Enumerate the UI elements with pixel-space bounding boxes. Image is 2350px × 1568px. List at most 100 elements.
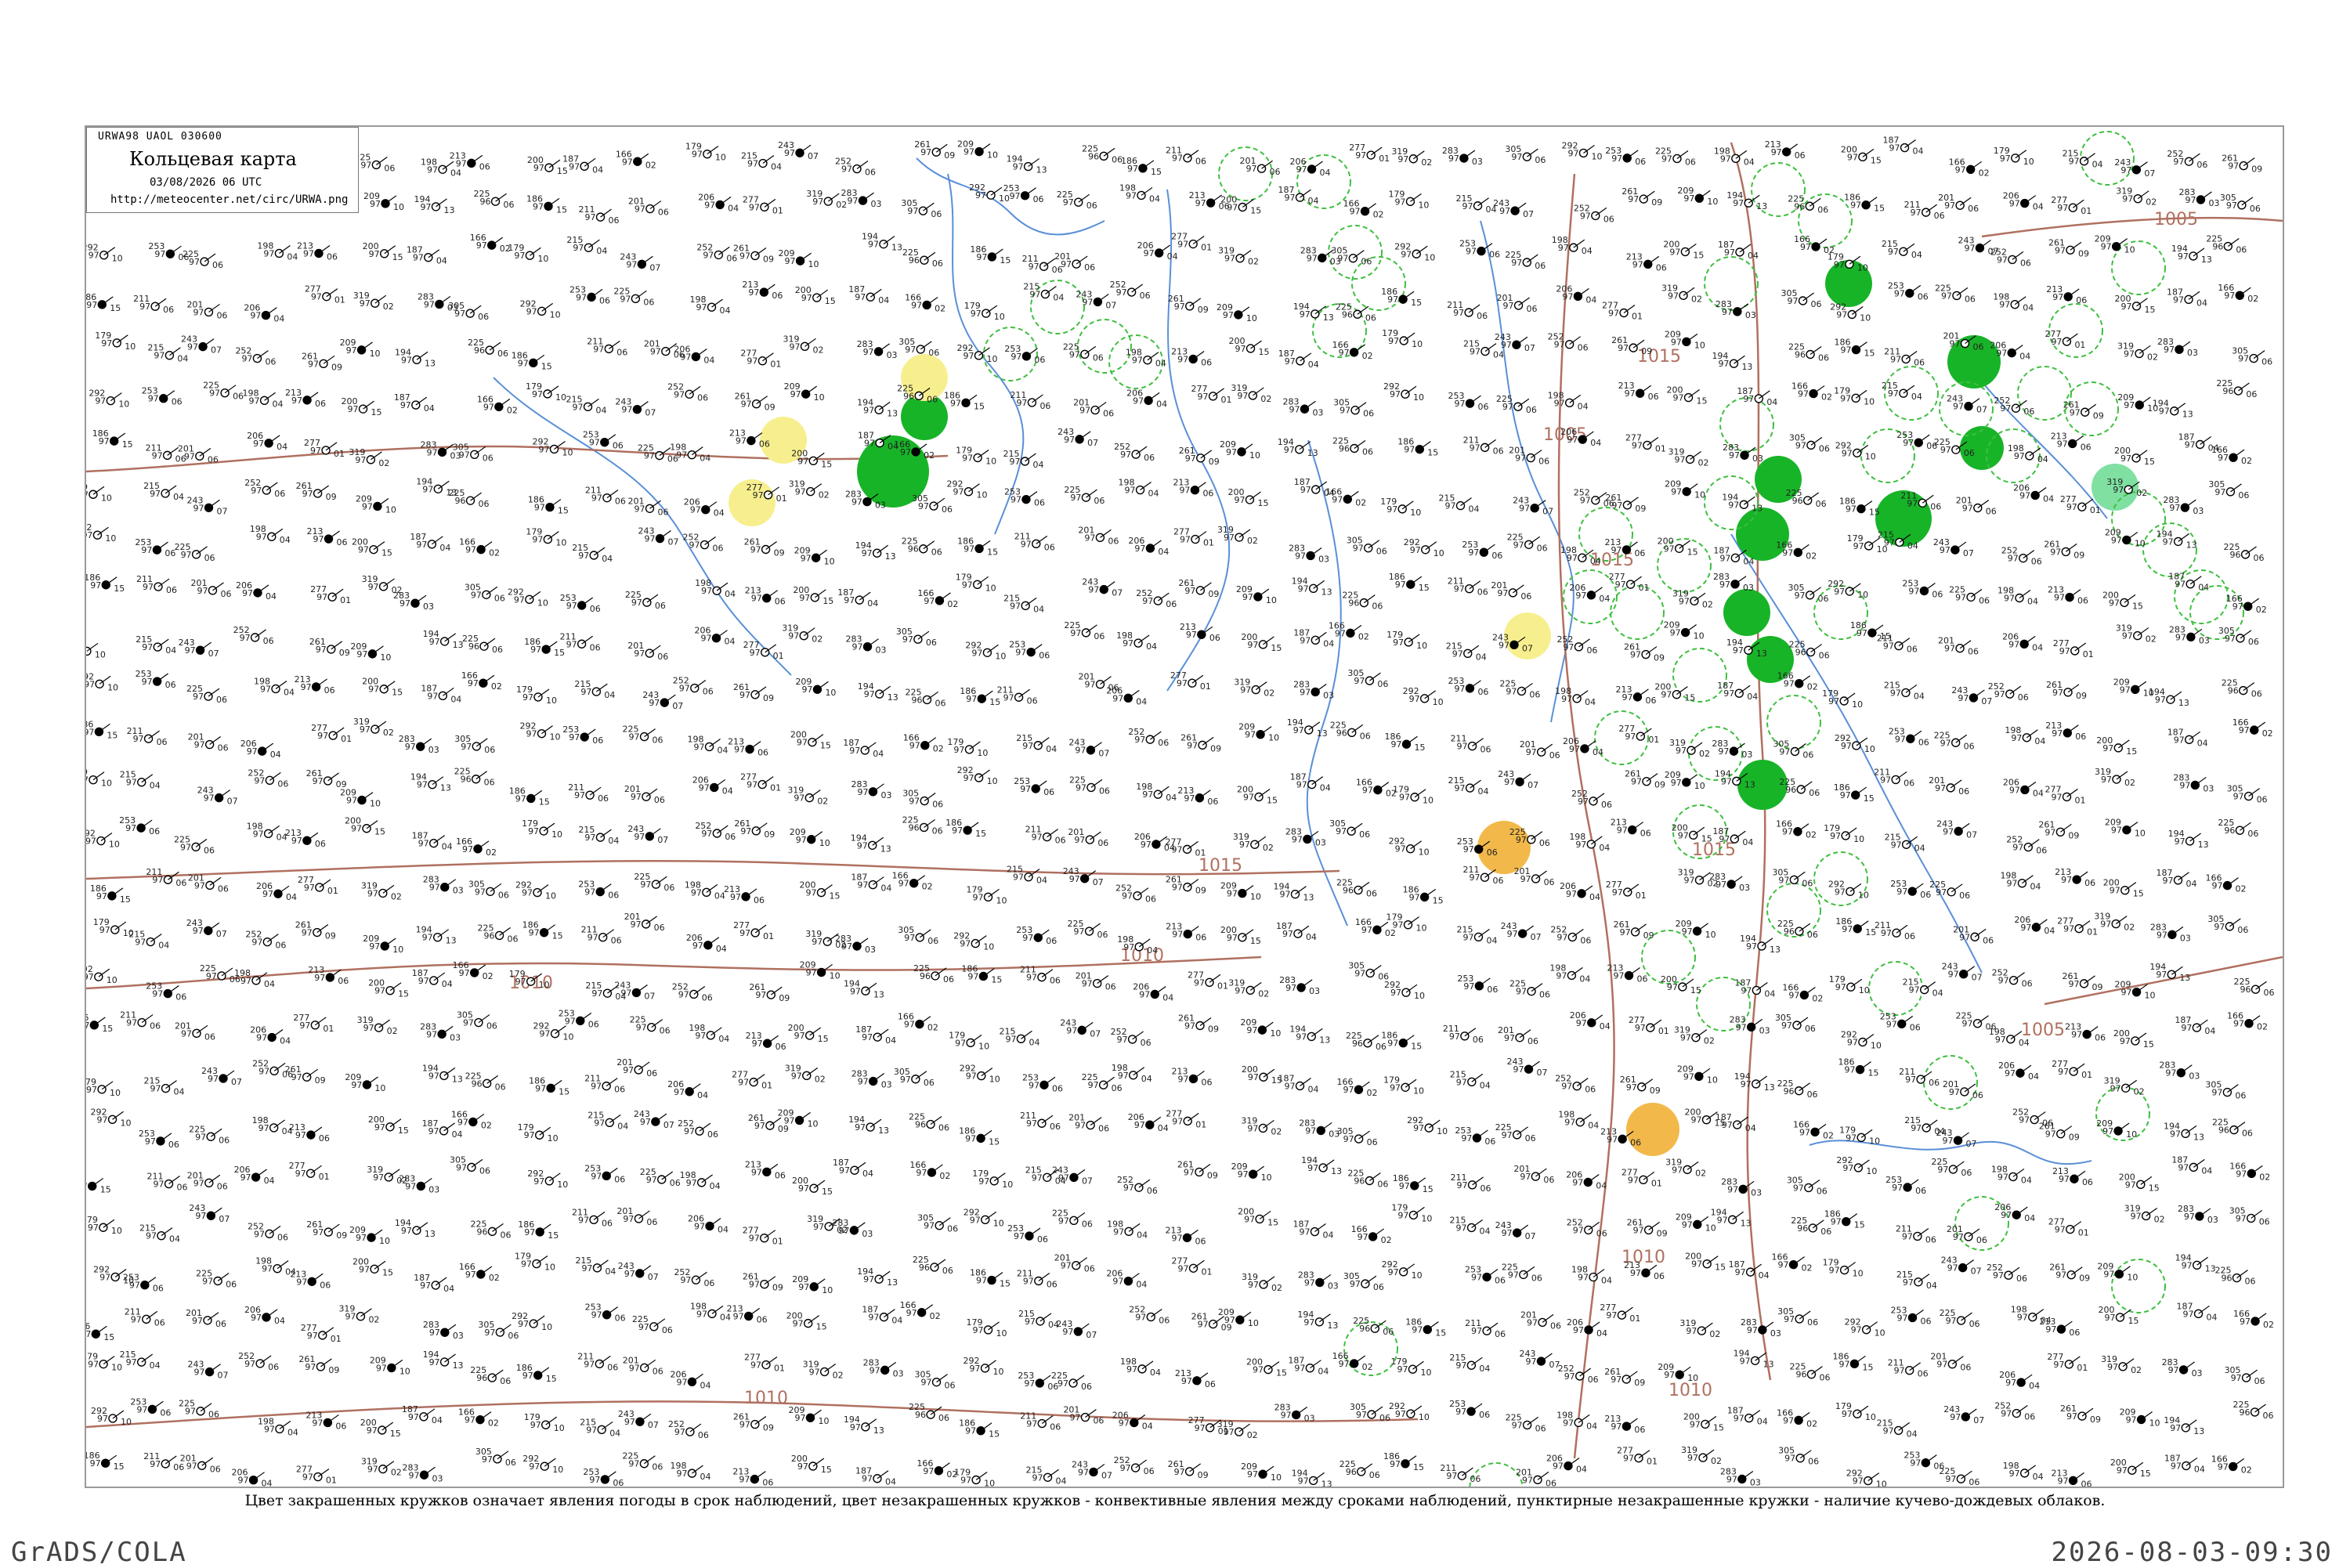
station-plot[interactable]: 1669702 bbox=[451, 1109, 492, 1130]
station-plot[interactable]: 2929710 bbox=[86, 829, 120, 850]
station-plot[interactable]: 2009715 bbox=[799, 880, 840, 901]
station-plot[interactable]: 1869715 bbox=[944, 390, 985, 411]
station-plot[interactable]: 2009715 bbox=[368, 1115, 409, 1136]
station-plot[interactable]: 2779701 bbox=[310, 584, 351, 605]
station-plot[interactable]: 1799710 bbox=[956, 572, 996, 593]
station-plot[interactable]: 2539706 bbox=[135, 537, 175, 558]
station-plot[interactable]: 2259706 bbox=[1509, 979, 1550, 1000]
station-plot[interactable]: 3199702 bbox=[1217, 525, 1258, 546]
station-plot[interactable]: 2779701 bbox=[1170, 670, 1211, 692]
station-plot[interactable]: 2069704 bbox=[2003, 777, 2044, 798]
station-plot[interactable]: 2009715 bbox=[791, 448, 832, 469]
station-plot[interactable]: 1989704 bbox=[234, 968, 275, 989]
station-plot[interactable]: 2139706 bbox=[297, 241, 338, 262]
station-plot[interactable]: 1989704 bbox=[2005, 725, 2045, 746]
station-plot[interactable]: 2159704 bbox=[1456, 924, 1497, 945]
station-plot[interactable]: 3059706 bbox=[902, 789, 943, 810]
station-plot[interactable]: 1799710 bbox=[1386, 912, 1427, 934]
station-plot[interactable]: 2929710 bbox=[1403, 686, 1444, 707]
station-plot[interactable]: 1669702 bbox=[1776, 819, 1817, 840]
station-plot[interactable]: 2009715 bbox=[2114, 446, 2155, 467]
station-plot[interactable]: 3199702 bbox=[1228, 977, 1269, 999]
station-plot[interactable]: 2139706 bbox=[2048, 585, 2088, 606]
station-plot[interactable]: 1989704 bbox=[689, 1023, 729, 1044]
station-plot[interactable]: 2259706 bbox=[183, 249, 223, 270]
station-plot[interactable]: 2439707 bbox=[1076, 289, 1116, 310]
station-plot[interactable]: 2069704 bbox=[2002, 631, 2043, 652]
station-plot[interactable]: 2529706 bbox=[1988, 681, 2029, 703]
station-plot[interactable]: 2259706 bbox=[634, 872, 674, 893]
station-plot[interactable]: 2439707 bbox=[197, 786, 238, 807]
station-plot[interactable]: 2439707 bbox=[1495, 332, 1535, 353]
station-plot[interactable]: 2069704 bbox=[2014, 915, 2055, 936]
station-plot[interactable]: 1669702 bbox=[1777, 671, 1818, 692]
station-plot[interactable]: 2839703 bbox=[393, 591, 434, 612]
station-plot[interactable]: 2529706 bbox=[667, 381, 708, 403]
station-plot[interactable]: 2539706 bbox=[139, 1129, 179, 1150]
station-plot[interactable]: 2619709 bbox=[2222, 154, 2262, 175]
station-plot[interactable]: 2619709 bbox=[309, 637, 350, 658]
station-plot[interactable]: 2529706 bbox=[233, 625, 274, 646]
station-plot[interactable]: 2099710 bbox=[1238, 722, 1279, 743]
station-plot[interactable]: 2009715 bbox=[363, 241, 403, 262]
station-plot[interactable]: 1949713 bbox=[1293, 302, 1334, 323]
station-plot[interactable]: 2139706 bbox=[295, 674, 335, 695]
station-plot[interactable]: 2119706 bbox=[1020, 1111, 1061, 1132]
station-plot[interactable]: 2929710 bbox=[1394, 241, 1435, 262]
station-plot[interactable]: 2539706 bbox=[119, 815, 160, 836]
station-plot[interactable]: 2019706 bbox=[1929, 775, 1969, 797]
station-plot[interactable]: 2069704 bbox=[1106, 685, 1147, 706]
station-plot[interactable]: 2539706 bbox=[560, 593, 601, 614]
station-plot[interactable]: 2139706 bbox=[1618, 381, 1659, 402]
station-plot[interactable]: 2139706 bbox=[1615, 685, 1656, 706]
station-plot[interactable]: 2019706 bbox=[1514, 866, 1555, 887]
station-plot[interactable]: 2259706 bbox=[1935, 283, 1976, 304]
station-plot[interactable]: 2019706 bbox=[624, 912, 665, 933]
station-plot[interactable]: 2009715 bbox=[790, 730, 831, 751]
station-plot[interactable]: 2259706 bbox=[1934, 730, 1975, 751]
station-plot[interactable]: 2839703 bbox=[2150, 922, 2191, 943]
station-plot[interactable]: 2529706 bbox=[672, 981, 713, 1003]
station-plot[interactable]: 1869715 bbox=[959, 1125, 1000, 1147]
station-plot[interactable]: 2839703 bbox=[2169, 624, 2210, 645]
station-plot[interactable]: 2139706 bbox=[1607, 963, 1648, 985]
station-plot[interactable]: 2019706 bbox=[1076, 971, 1116, 992]
station-plot[interactable]: 3199702 bbox=[1231, 383, 1271, 404]
station-plot[interactable]: 1799710 bbox=[1994, 146, 2034, 167]
station-plot[interactable]: 1869715 bbox=[86, 292, 121, 313]
station-plot[interactable]: 3199702 bbox=[2104, 1075, 2145, 1097]
station-plot[interactable]: 1949713 bbox=[857, 397, 898, 418]
station-plot[interactable]: 1669702 bbox=[2227, 1011, 2268, 1032]
station-plot[interactable]: 1879704 bbox=[394, 392, 435, 414]
station-plot[interactable]: 2529706 bbox=[1136, 588, 1177, 609]
station-plot[interactable]: 1989704 bbox=[1548, 390, 1589, 411]
station-plot[interactable]: 1879704 bbox=[848, 284, 889, 305]
station-plot[interactable]: 1869715 bbox=[1389, 572, 1430, 593]
station-plot[interactable]: 2529706 bbox=[1128, 727, 1169, 748]
station-plot[interactable]: 2099710 bbox=[957, 139, 998, 161]
station-plot[interactable]: 2539706 bbox=[1004, 487, 1045, 508]
station-plot[interactable]: 1949713 bbox=[2153, 399, 2193, 420]
station-plot[interactable]: 2839703 bbox=[2163, 495, 2204, 516]
station-plot[interactable]: 1989704 bbox=[243, 388, 284, 409]
station-plot[interactable]: 2139706 bbox=[2065, 1022, 2106, 1043]
station-plot[interactable]: 3059706 bbox=[1329, 818, 1370, 840]
station-plot[interactable]: 1669702 bbox=[1332, 340, 1373, 361]
station-plot[interactable]: 2259606 bbox=[909, 1112, 949, 1133]
station-plot[interactable]: 2779701 bbox=[311, 723, 352, 744]
station-plot[interactable]: 2929710 bbox=[960, 1064, 1000, 1085]
station-plot[interactable]: 2009715 bbox=[1242, 1064, 1282, 1086]
station-plot[interactable]: 1799710 bbox=[947, 737, 988, 758]
station-plot[interactable]: 2439707 bbox=[1947, 394, 1987, 415]
station-plot[interactable]: 2259606 bbox=[1786, 488, 1827, 509]
station-plot[interactable]: 2119706 bbox=[568, 782, 609, 804]
station-plot[interactable]: 2529706 bbox=[835, 157, 876, 178]
station-plot[interactable]: 2139706 bbox=[307, 526, 348, 547]
station-plot[interactable]: 1669702 bbox=[1949, 157, 1990, 178]
station-plot[interactable]: 1869715 bbox=[1838, 1057, 1879, 1078]
station-plot[interactable]: 2529706 bbox=[1111, 1027, 1152, 1048]
station-plot[interactable]: 1869715 bbox=[1121, 156, 1162, 177]
station-plot[interactable]: 3059706 bbox=[1788, 583, 1829, 604]
station-plot[interactable]: 2779701 bbox=[2057, 916, 2098, 938]
station-plot[interactable]: 2119706 bbox=[120, 1010, 161, 1031]
